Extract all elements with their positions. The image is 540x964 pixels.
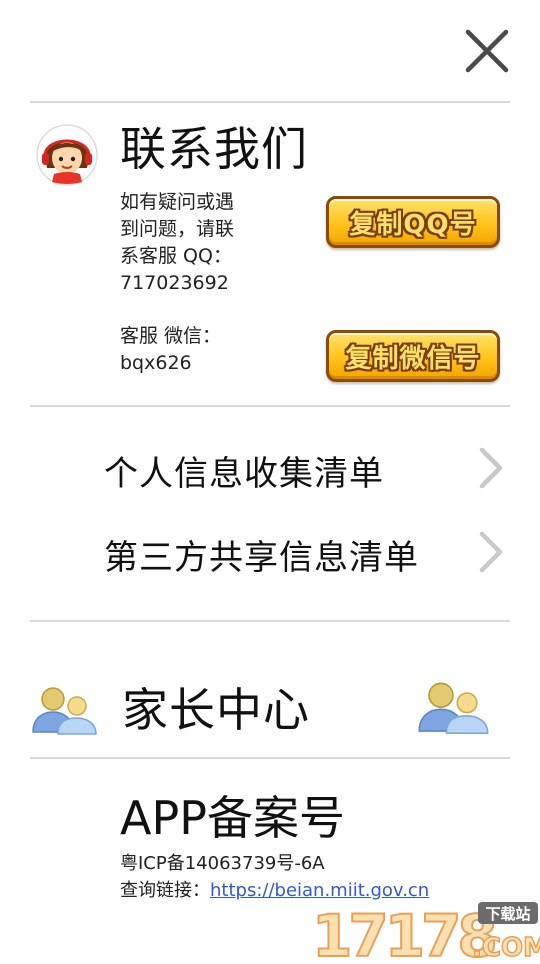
support-agent-avatar-icon (36, 124, 98, 186)
parents-icon (418, 682, 489, 735)
contact-title: 联系我们 (120, 122, 308, 176)
wechat-label: 客服 微信： (120, 325, 222, 347)
icp-query-row: 查询链接：https://beian.miit.gov.cn (120, 876, 429, 902)
chevron-right-icon (479, 531, 503, 573)
contact-text-line: 到问题，请联 (120, 218, 235, 240)
divider-top (30, 101, 510, 103)
menu-item-label: 第三方共享信息清单 (104, 538, 419, 578)
contact-text-line: 系客服 QQ： (120, 245, 232, 267)
contact-description: 如有疑问或遇 到问题，请联 系客服 QQ： 717023692 (120, 189, 234, 297)
qq-number: 717023692 (120, 272, 229, 294)
watermark-suffix: .COM (472, 933, 540, 960)
menu-item-label: 个人信息收集清单 (104, 454, 384, 494)
icp-query-label: 查询链接： (120, 880, 210, 901)
copy-qq-button[interactable]: 复制QQ号 (326, 196, 500, 248)
watermark-tag: 下载站 (485, 905, 530, 923)
wechat-info: 客服 微信： bqx626 (120, 323, 221, 377)
watermark-number: 17178 (312, 902, 494, 960)
parents-icon (32, 687, 97, 735)
menu-item-third-party-sharing-list[interactable]: 第三方共享信息清单 (100, 522, 510, 582)
parent-center-title: 家长中心 (122, 683, 310, 737)
site-watermark-logo: 17178 下载站 .COM (311, 900, 540, 964)
contact-text-line: 如有疑问或遇 (120, 191, 235, 213)
copy-wechat-button[interactable]: 复制微信号 (326, 330, 500, 382)
close-button[interactable] (460, 24, 514, 78)
parent-center-row[interactable]: 家长中心 (30, 660, 510, 750)
divider-menu (30, 620, 510, 622)
divider-parent (30, 757, 510, 759)
close-icon (465, 29, 509, 73)
icp-record-number: 粤ICP备14063739号-6A (120, 853, 325, 874)
chevron-right-icon (479, 447, 503, 489)
icp-query-link[interactable]: https://beian.miit.gov.cn (210, 880, 429, 901)
menu-item-personal-info-list[interactable]: 个人信息收集清单 (100, 438, 510, 498)
icp-title: APP备案号 (120, 791, 345, 845)
wechat-id: bqx626 (120, 352, 192, 374)
divider-contact (30, 405, 510, 407)
